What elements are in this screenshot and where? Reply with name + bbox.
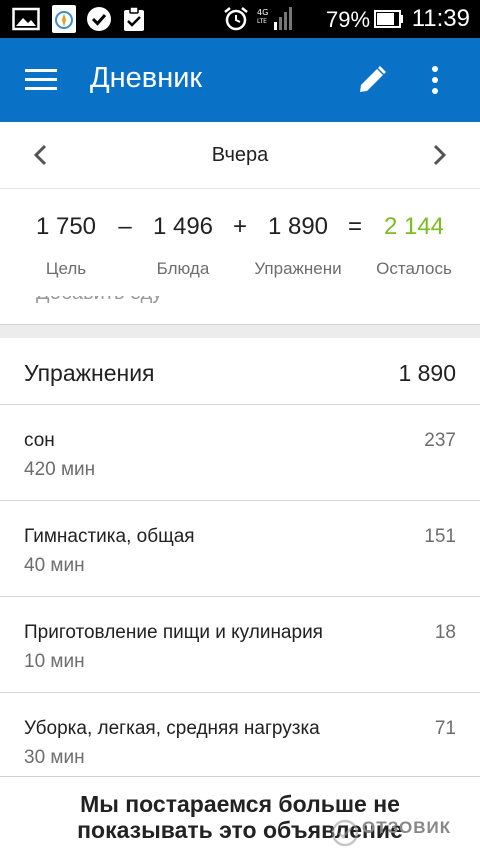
alarm-icon (224, 7, 248, 31)
status-bar: 4G LTE 79% 11:39 (0, 0, 480, 38)
chevron-right-icon[interactable] (426, 142, 452, 168)
exercise-value: 1 890 (267, 213, 329, 240)
clipboard-check-icon (124, 6, 144, 31)
remaining-value: 2 144 (383, 213, 445, 240)
exercise-calories: 151 (424, 526, 456, 547)
clock: 11:39 (411, 5, 470, 32)
exercise-name: Уборка, легкая, средняя нагрузка (24, 718, 320, 739)
exercise-calories: 18 (434, 622, 456, 643)
exercise-duration: 30 мин (24, 747, 85, 768)
watermark-text: ОТЗОВИК (362, 818, 452, 837)
task-check-icon (87, 7, 111, 31)
exercise-section-total: 1 890 (398, 360, 456, 386)
goal-value: 1 750 (35, 213, 97, 240)
date-label[interactable]: Вчера (0, 144, 480, 167)
food-value: 1 496 (152, 213, 214, 240)
edit-icon[interactable] (356, 64, 388, 96)
ad-feedback-line-1: Мы постараемся больше не (80, 791, 400, 817)
battery-icon (374, 10, 403, 28)
list-item[interactable]: Уборка, легкая, средняя нагрузка 30 мин … (0, 693, 480, 789)
exercise-section-title: Упражнения (24, 360, 155, 386)
equals-operator: = (347, 213, 362, 240)
app-bar: Дневник (0, 38, 480, 122)
gallery-icon (12, 7, 40, 31)
minus-operator: – (118, 213, 132, 240)
menu-icon[interactable] (24, 66, 58, 94)
signal-icon: 4G LTE (257, 7, 292, 30)
summary-goal: 1 750 Цель (26, 213, 106, 279)
battery-percent: 79% (326, 7, 371, 32)
food-label: Блюда (156, 259, 210, 278)
exercise-label: Упражнени (254, 259, 342, 278)
exercise-duration: 10 мин (24, 651, 85, 672)
add-food-label[interactable]: Добавить еду (36, 296, 162, 305)
exercise-calories: 71 (434, 718, 456, 739)
more-vert-icon[interactable] (420, 64, 450, 96)
exercise-list: сон 420 мин 237 Гимнастика, общая 40 мин… (0, 405, 480, 789)
svg-text:4G: 4G (257, 8, 268, 17)
exercise-name: Гимнастика, общая (24, 526, 195, 547)
goal-label: Цель (45, 259, 87, 278)
exercise-name: Приготовление пищи и кулинария (24, 622, 323, 643)
date-navigator: Вчера (0, 122, 480, 189)
page-title: Дневник (90, 62, 203, 94)
exercise-duration: 420 мин (24, 459, 96, 480)
exercise-duration: 40 мин (24, 555, 85, 576)
calorie-summary: 1 750 Цель – 1 496 Блюда + 1 890 Упражне… (0, 189, 480, 296)
summary-exercise: 1 890 Упражнени (248, 213, 348, 279)
exercise-calories: 237 (424, 430, 456, 451)
summary-remaining: 2 144 Осталось (370, 213, 458, 279)
exercise-name: сон (24, 430, 55, 451)
list-item[interactable]: Гимнастика, общая 40 мин 151 (0, 501, 480, 597)
svg-text:LTE: LTE (257, 18, 267, 25)
remaining-label: Осталось (376, 259, 452, 278)
list-item[interactable]: Приготовление пищи и кулинария 10 мин 18 (0, 597, 480, 693)
section-divider (0, 324, 480, 338)
add-food-row[interactable]: Добавить еду (0, 296, 480, 324)
compass-app-icon (52, 5, 76, 33)
exercise-section-header: Упражнения 1 890 (0, 338, 480, 405)
summary-food: 1 496 Блюда (142, 213, 224, 279)
list-item[interactable]: сон 420 мин 237 (0, 405, 480, 501)
